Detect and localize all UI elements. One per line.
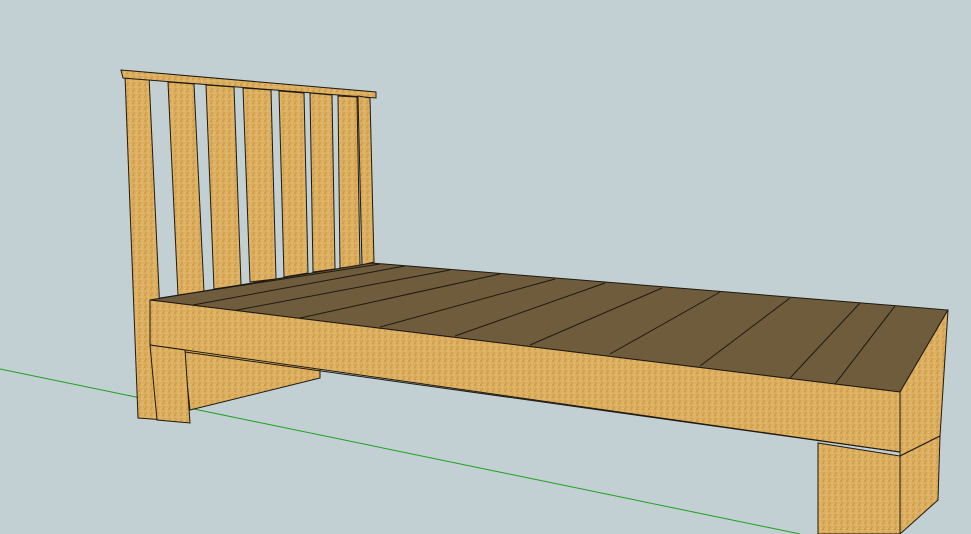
headboard-slat bbox=[242, 87, 277, 283]
headboard-slat bbox=[278, 90, 309, 278]
front-right-leg bbox=[817, 442, 901, 534]
front-left-leg bbox=[149, 344, 191, 424]
headboard-slat bbox=[337, 95, 361, 269]
headboard-right-post bbox=[357, 95, 375, 266]
headboard-slats bbox=[167, 81, 361, 296]
headboard-slat bbox=[309, 92, 336, 273]
headboard-slat bbox=[167, 81, 205, 296]
headboard-slat bbox=[205, 84, 242, 290]
3d-viewport[interactable] bbox=[0, 0, 971, 534]
model-canvas[interactable] bbox=[0, 0, 971, 534]
